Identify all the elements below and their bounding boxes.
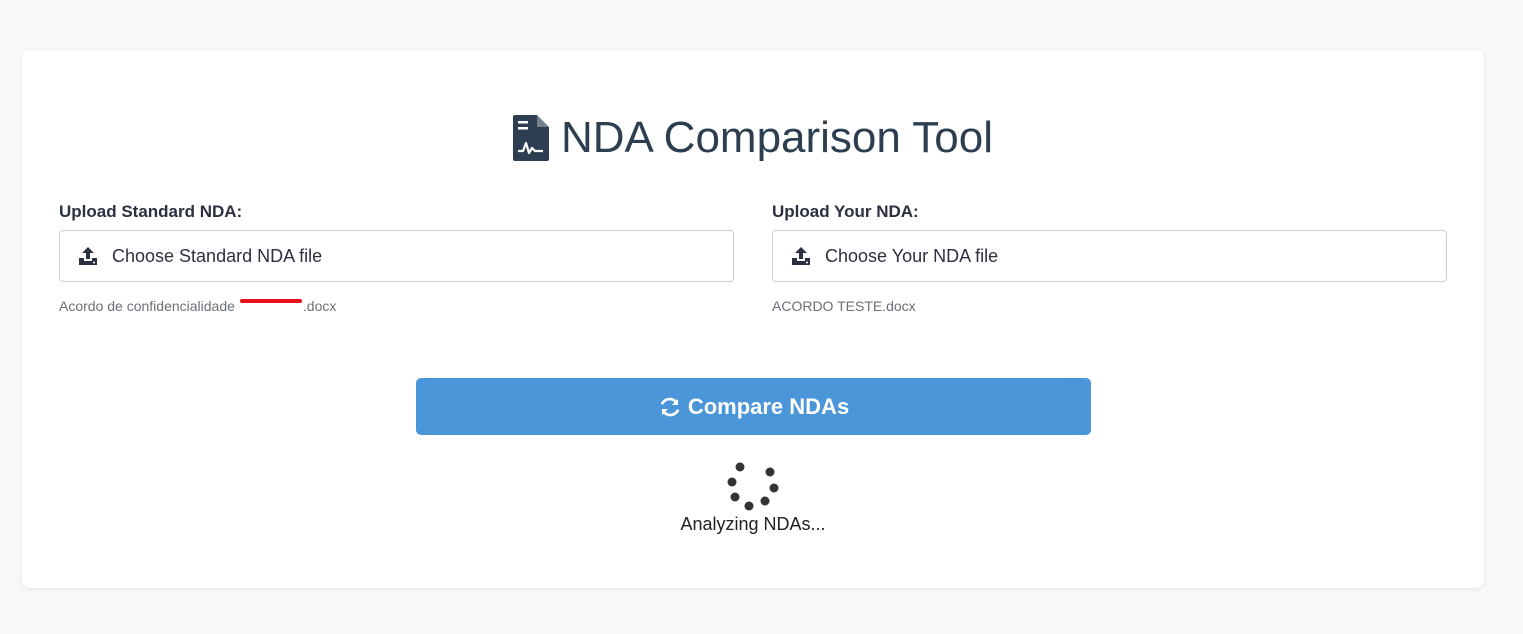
- upload-icon: [792, 247, 810, 265]
- loading-text: Analyzing NDAs...: [680, 514, 826, 534]
- redaction-mark: [239, 299, 302, 304]
- upload-icon: [79, 247, 97, 265]
- standard-nda-label: Upload Standard NDA:: [59, 202, 243, 221]
- your-nda-file-button-text: Choose Your NDA file: [825, 245, 999, 266]
- page-title: NDA Comparison Tool: [560, 113, 994, 162]
- standard-nda-file-button-text: Choose Standard NDA file: [112, 245, 323, 266]
- file-contract-icon: [512, 115, 549, 161]
- spinner-icon: [727, 462, 779, 511]
- compare-ndas-button[interactable]: Compare NDAs: [416, 378, 1091, 435]
- standard-nda-upload: Upload Standard NDA: Choose Standard NDA…: [59, 202, 734, 316]
- title-row: NDA Comparison Tool: [22, 112, 1484, 164]
- your-nda-file-input[interactable]: Choose Your NDA file: [772, 230, 1447, 282]
- sync-icon: [660, 397, 680, 416]
- your-nda-label: Upload Your NDA:: [772, 202, 919, 221]
- standard-nda-file-name-prefix: Acordo de confidencialidade: [59, 298, 235, 314]
- main-card: NDA Comparison Tool Upload Standard NDA:…: [22, 50, 1484, 588]
- your-nda-upload: Upload Your NDA: Choose Your NDA file AC…: [772, 202, 1447, 316]
- standard-nda-file-input[interactable]: Choose Standard NDA file: [59, 230, 734, 282]
- compare-ndas-label: Compare NDAs: [687, 393, 850, 419]
- standard-nda-file-name-suffix: .docx: [302, 298, 337, 314]
- standard-nda-file-name: Acordo de confidencialidade .docx: [59, 298, 336, 314]
- your-nda-file-name: ACORDO TESTE.docx: [772, 298, 916, 314]
